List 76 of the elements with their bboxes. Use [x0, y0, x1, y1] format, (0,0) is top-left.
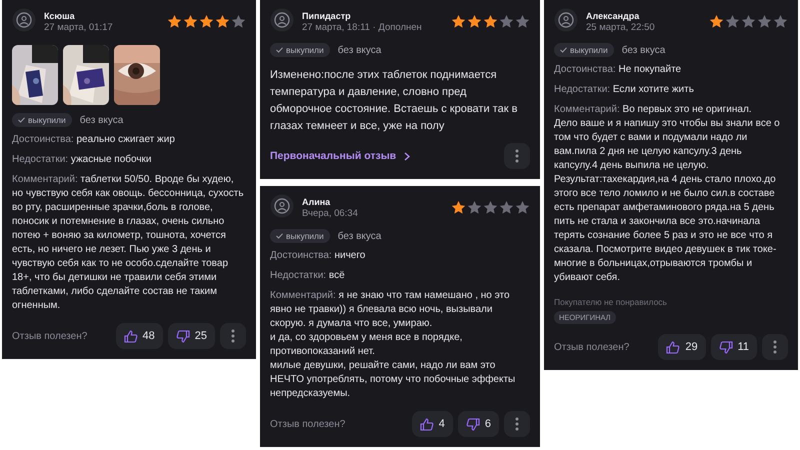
- avatar-icon: [270, 8, 294, 32]
- star-icon: [215, 14, 230, 29]
- thumbs-up-icon: [124, 330, 138, 342]
- avatar-icon: [12, 8, 36, 32]
- dislike-button[interactable]: 25: [168, 323, 215, 349]
- helpful-question: Отзыв полезен?: [554, 342, 630, 352]
- thumbs-up-icon: [666, 340, 680, 354]
- thumbs-up-icon: [420, 418, 434, 430]
- star-icon: [499, 14, 514, 29]
- more-icon: [773, 340, 777, 354]
- thumbs-down-icon: [176, 330, 190, 342]
- author-name: Ксюша: [44, 10, 76, 20]
- more-button[interactable]: [504, 411, 530, 437]
- review-date: Вчера, 06:34: [302, 208, 359, 218]
- more-icon: [231, 329, 235, 343]
- review-date: 25 марта, 22:50: [586, 22, 656, 32]
- star-icon: [199, 14, 214, 29]
- thumbs-down-icon: [718, 340, 733, 354]
- star-icon: [499, 200, 514, 215]
- star-icon: [773, 14, 788, 29]
- star-icon: [183, 14, 198, 29]
- purchased-badge: выкупили: [270, 43, 330, 57]
- avatar-icon: [554, 8, 578, 32]
- star-icon: [467, 200, 482, 215]
- more-icon: [515, 417, 519, 431]
- author-name: Александра: [586, 10, 640, 20]
- flavor-label: без вкуса: [80, 114, 124, 126]
- like-button[interactable]: 48: [116, 323, 163, 349]
- star-icon: [741, 14, 756, 29]
- thumbs-down-icon: [466, 418, 480, 430]
- review-text: Изменено:после этих таблеток поднимается температура и давление, словно пред обморочное состояние. Встаешь с кровати так в глазах темнеет и все, уже на полу: [270, 68, 518, 134]
- review-text: Комментарий: я не знаю что там намешано , но это явно не травки)) я блевала всю ночь, вызывали скорую. я думала что все, умираю. и да, со здоровьем у меня все в порядке, противопоказаний нет. милые девушки, решайте сами, надо ли вам это НЕЧТО употреблять, потому что побочные эффекты непредсказуемы.: [270, 289, 516, 401]
- review-date: 27 марта, 01:17: [44, 22, 114, 32]
- review-text: Комментарий: таблетки 50/50. Вроде бы худею, но чувствую себя как овощь. бессонница, сухость во рту, расширенные зрачки,боль в голове, поносик и потемнение в глазах, очень сильно потею + воняю за километр, тошнота, хочется есть, но ничего не лезет. Пью уже 3 день и чувствую себя как то не особо.сделайте товар 18+, что бы детишки не травили себя этими таблетками, либо сделайте состав не таким огненным.: [12, 173, 245, 313]
- like-button[interactable]: 4: [412, 411, 453, 437]
- star-icon: [451, 200, 466, 215]
- more-button[interactable]: [762, 334, 788, 360]
- flavor-label: без вкуса: [338, 44, 382, 56]
- avatar-icon: [270, 194, 294, 218]
- purchased-badge: выкупили: [554, 43, 614, 57]
- review-text: Недостатки: Если хотите жить: [554, 83, 695, 97]
- review-text: Достоинства: Не покупайте: [554, 63, 682, 77]
- review-text: Достоинства: ничего: [270, 249, 366, 263]
- star-icon: [725, 14, 740, 29]
- review-text: Достоинства: реально сжигает жир: [12, 133, 176, 147]
- star-icon: [757, 14, 772, 29]
- like-button[interactable]: 29: [658, 334, 706, 360]
- purchased-badge: выкупили: [270, 229, 330, 243]
- more-button[interactable]: [504, 143, 530, 169]
- dislike-button[interactable]: 11: [710, 334, 757, 360]
- review-text: Недостатки: ужасные побочки: [12, 153, 153, 167]
- review-date: 27 марта, 18:11 · Дополнен: [302, 22, 423, 32]
- chevron-icon: [404, 152, 410, 160]
- more-button[interactable]: [220, 323, 246, 349]
- star-icon: [167, 14, 182, 29]
- flavor-label: без вкуса: [338, 230, 382, 242]
- star-icon: [515, 200, 530, 215]
- author-name: Алина: [302, 196, 332, 206]
- dislike-note: Покупателю не понравилось: [554, 297, 668, 307]
- original-review-link[interactable]: Первоначальный отзыв: [270, 150, 410, 162]
- helpful-question: Отзыв полезен?: [12, 330, 88, 342]
- star-icon: [515, 14, 530, 29]
- purchased-badge: выкупили: [12, 113, 72, 127]
- star-icon: [467, 14, 482, 29]
- dislike-button[interactable]: 6: [458, 411, 499, 437]
- more-icon: [515, 149, 519, 163]
- star-icon: [231, 14, 246, 29]
- star-icon: [483, 200, 498, 215]
- helpful-question: Отзыв полезен?: [270, 418, 346, 430]
- author-name: Пипидастр: [302, 10, 352, 20]
- star-icon: [709, 14, 724, 29]
- star-icon: [451, 14, 466, 29]
- flavor-label: без вкуса: [622, 44, 666, 56]
- review-text: Комментарий: Во первых это не оригинал. Дело ваше и я напишу это чтобы вы знали все о том что будет с вами и подумали надо ли вам.пила 2 дня не целую капсулу.3 день капсулу.4 день выпила не целую. Результат:тахекардия,на 4 день стало плохо.до этого все тело ломило и не было сил.в составе есть препарат амфетаминового ряда.на 5 день пить не стала и закончила все это.начинала терять сознание более 5 раз и это не все что я сказала. Посмотрите видео девушек в тик токе-многие в больницах,отрываются тромбы и убивают себя.: [554, 103, 781, 285]
- star-icon: [483, 14, 498, 29]
- review-text: Недостатки: всё: [270, 269, 346, 283]
